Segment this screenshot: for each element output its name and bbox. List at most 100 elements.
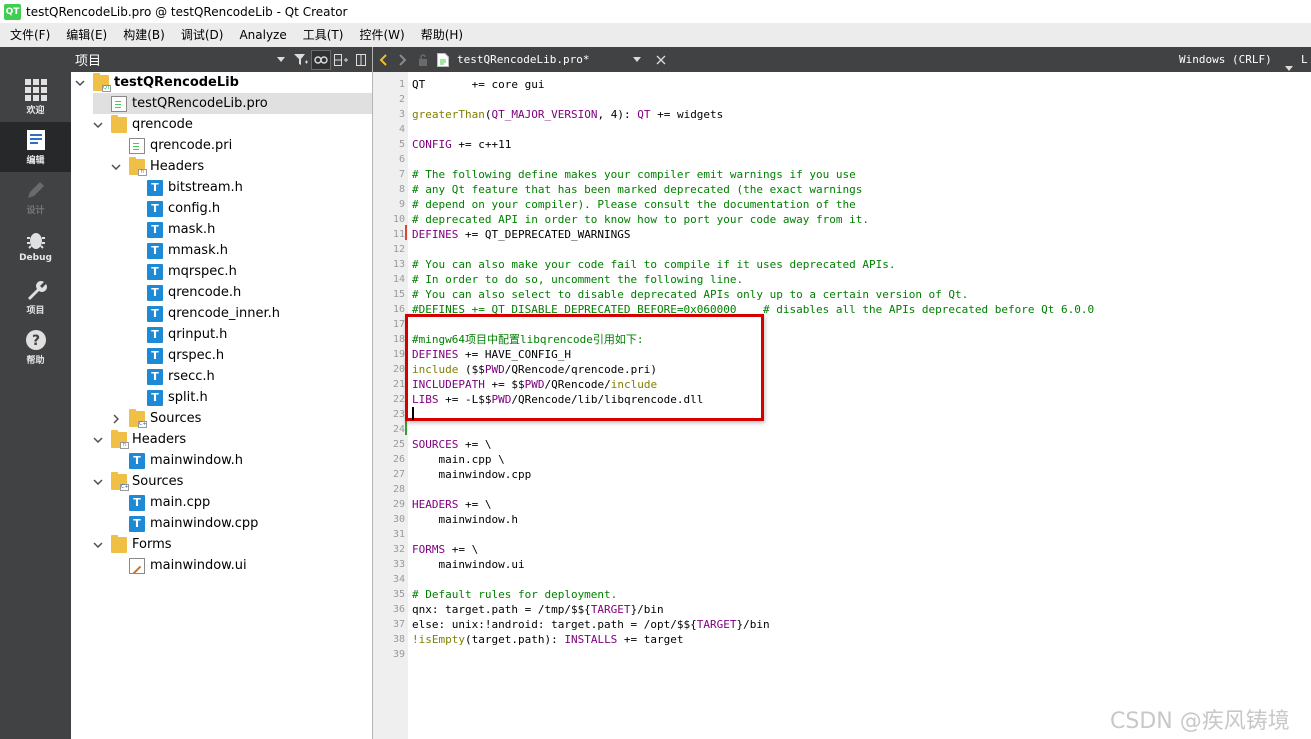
line-number: 10 <box>392 214 405 225</box>
line-number: 31 <box>392 529 405 540</box>
tree-item[interactable]: Tqrspec.h <box>129 345 372 366</box>
project-pane-title: 项目 <box>75 54 102 69</box>
close-file-icon[interactable] <box>651 47 671 72</box>
bug-icon <box>0 229 71 251</box>
tree-item[interactable]: Tmmask.h <box>129 240 372 261</box>
forward-arrow-icon[interactable] <box>393 47 413 72</box>
file-icon <box>433 47 453 72</box>
tree-item[interactable]: Tmask.h <box>129 219 372 240</box>
tree-item-label: rsecc.h <box>168 369 215 384</box>
tree-item[interactable]: Tsplit.h <box>129 387 372 408</box>
mode-wrench[interactable]: 项目 <box>0 272 71 322</box>
line-number: 32 <box>392 544 405 555</box>
tree-item[interactable]: Tqrinput.h <box>129 324 372 345</box>
open-file-tab[interactable]: testQRencodeLib.pro* <box>457 53 627 66</box>
change-marker <box>405 225 407 240</box>
menu-item[interactable]: Analyze <box>231 23 294 47</box>
code-line: # In order to do so, uncomment the follo… <box>412 272 743 287</box>
code-token: += c++11 <box>451 138 512 151</box>
menu-item[interactable]: 工具(T) <box>295 23 352 47</box>
tree-item-label: Sources <box>132 474 184 489</box>
mode-edit[interactable]: 编辑 <box>0 122 71 172</box>
tree-item[interactable]: QT testQRencodeLib <box>75 72 372 93</box>
split-icon[interactable] <box>331 50 351 70</box>
encoding-selector[interactable]: L <box>1301 47 1308 72</box>
menu-item[interactable]: 调试(D) <box>173 23 232 47</box>
mode-bug[interactable]: Debug <box>0 222 71 272</box>
line-number: 25 <box>392 439 405 450</box>
link-icon[interactable] <box>311 49 331 70</box>
code-line: DEFINES += QT_DEPRECATED_WARNINGS <box>412 227 631 242</box>
expand-arrow-icon[interactable] <box>93 120 103 130</box>
tree-item[interactable]: qrencode <box>93 114 372 135</box>
code-token: CONFIG <box>412 138 452 151</box>
menu-item[interactable]: 帮助(H) <box>413 23 471 47</box>
tree-item[interactable]: mainwindow.ui <box>111 555 372 576</box>
expand-arrow-icon[interactable] <box>93 477 103 487</box>
filter-icon[interactable] <box>291 50 311 70</box>
pencil-icon <box>0 179 71 201</box>
code-token: TARGET <box>590 603 631 616</box>
code-token: }/bin <box>736 618 770 631</box>
collapse-arrow-icon[interactable] <box>111 413 121 424</box>
tree-item[interactable]: h Headers <box>111 156 372 177</box>
view-dropdown-icon[interactable] <box>271 50 291 70</box>
tree-item-label: qrencode.pri <box>150 138 233 153</box>
tree-item[interactable]: C+ Sources <box>93 471 372 492</box>
tree-item[interactable]: h Headers <box>93 429 372 450</box>
line-number: 30 <box>392 514 405 525</box>
expand-arrow-icon[interactable] <box>93 540 103 550</box>
code-token: QT += core gui <box>412 78 545 91</box>
forms-folder-icon <box>111 534 127 553</box>
code-token: += QT_DEPRECATED_WARNINGS <box>458 228 631 241</box>
tree-item[interactable]: C+ Sources <box>111 408 372 429</box>
tree-item[interactable]: Tbitstream.h <box>129 177 372 198</box>
menu-item[interactable]: 控件(W) <box>351 23 412 47</box>
tree-item[interactable]: Tqrencode_inner.h <box>129 303 372 324</box>
tree-item[interactable]: testQRencodeLib.pro <box>93 93 372 114</box>
expand-arrow-icon[interactable] <box>111 162 121 172</box>
close-sidebar-icon[interactable] <box>351 50 371 70</box>
mode-label: 设计 <box>26 206 45 216</box>
code-token: QT <box>637 108 651 121</box>
expand-arrow-icon[interactable] <box>93 435 103 445</box>
line-number: 29 <box>392 499 405 510</box>
header-file-icon: T <box>129 494 145 511</box>
code-token: greaterThan <box>412 108 485 121</box>
tree-item[interactable]: Forms <box>93 534 372 555</box>
mode-help[interactable]: ? 帮助 <box>0 322 71 372</box>
mode-grid[interactable]: 欢迎 <box>0 72 71 122</box>
code-token: main.cpp \ <box>412 453 505 466</box>
tree-item[interactable]: Tmqrspec.h <box>129 261 372 282</box>
line-number: 18 <box>392 334 405 345</box>
grid-icon <box>0 79 71 101</box>
code-line: mainwindow.h <box>412 512 517 527</box>
tree-item[interactable]: Tmain.cpp <box>111 492 372 513</box>
tree-item[interactable]: qrencode.pri <box>111 135 372 156</box>
menu-item[interactable]: 编辑(E) <box>58 23 115 47</box>
menu-item[interactable]: 构建(B) <box>115 23 173 47</box>
tree-item[interactable]: Tqrencode.h <box>129 282 372 303</box>
expand-arrow-icon[interactable] <box>75 78 85 88</box>
tree-item[interactable]: Tmainwindow.cpp <box>111 513 372 534</box>
line-ending-selector[interactable]: Windows (CRLF) <box>1179 47 1272 72</box>
code-token: # Default rules for deployment. <box>412 588 618 601</box>
file-dropdown-icon[interactable] <box>627 47 647 72</box>
folder-icon <box>111 114 127 133</box>
menu-item[interactable]: 文件(F) <box>2 23 58 47</box>
tree-item[interactable]: Trsecc.h <box>129 366 372 387</box>
qt-logo-icon: QT <box>4 3 21 20</box>
highlight-annotation-box <box>405 314 764 421</box>
tree-item[interactable]: Tconfig.h <box>129 198 372 219</box>
tree-item[interactable]: Tmainwindow.h <box>111 450 372 471</box>
tree-item-label: Headers <box>150 159 205 174</box>
code-token: TARGET <box>696 618 737 631</box>
svg-text:?: ? <box>31 333 39 349</box>
line-number: 35 <box>392 589 405 600</box>
code-line: CONFIG += c++11 <box>412 137 511 152</box>
watermark: CSDN @疾风铸境 <box>1110 709 1290 734</box>
back-arrow-icon[interactable] <box>373 47 393 72</box>
